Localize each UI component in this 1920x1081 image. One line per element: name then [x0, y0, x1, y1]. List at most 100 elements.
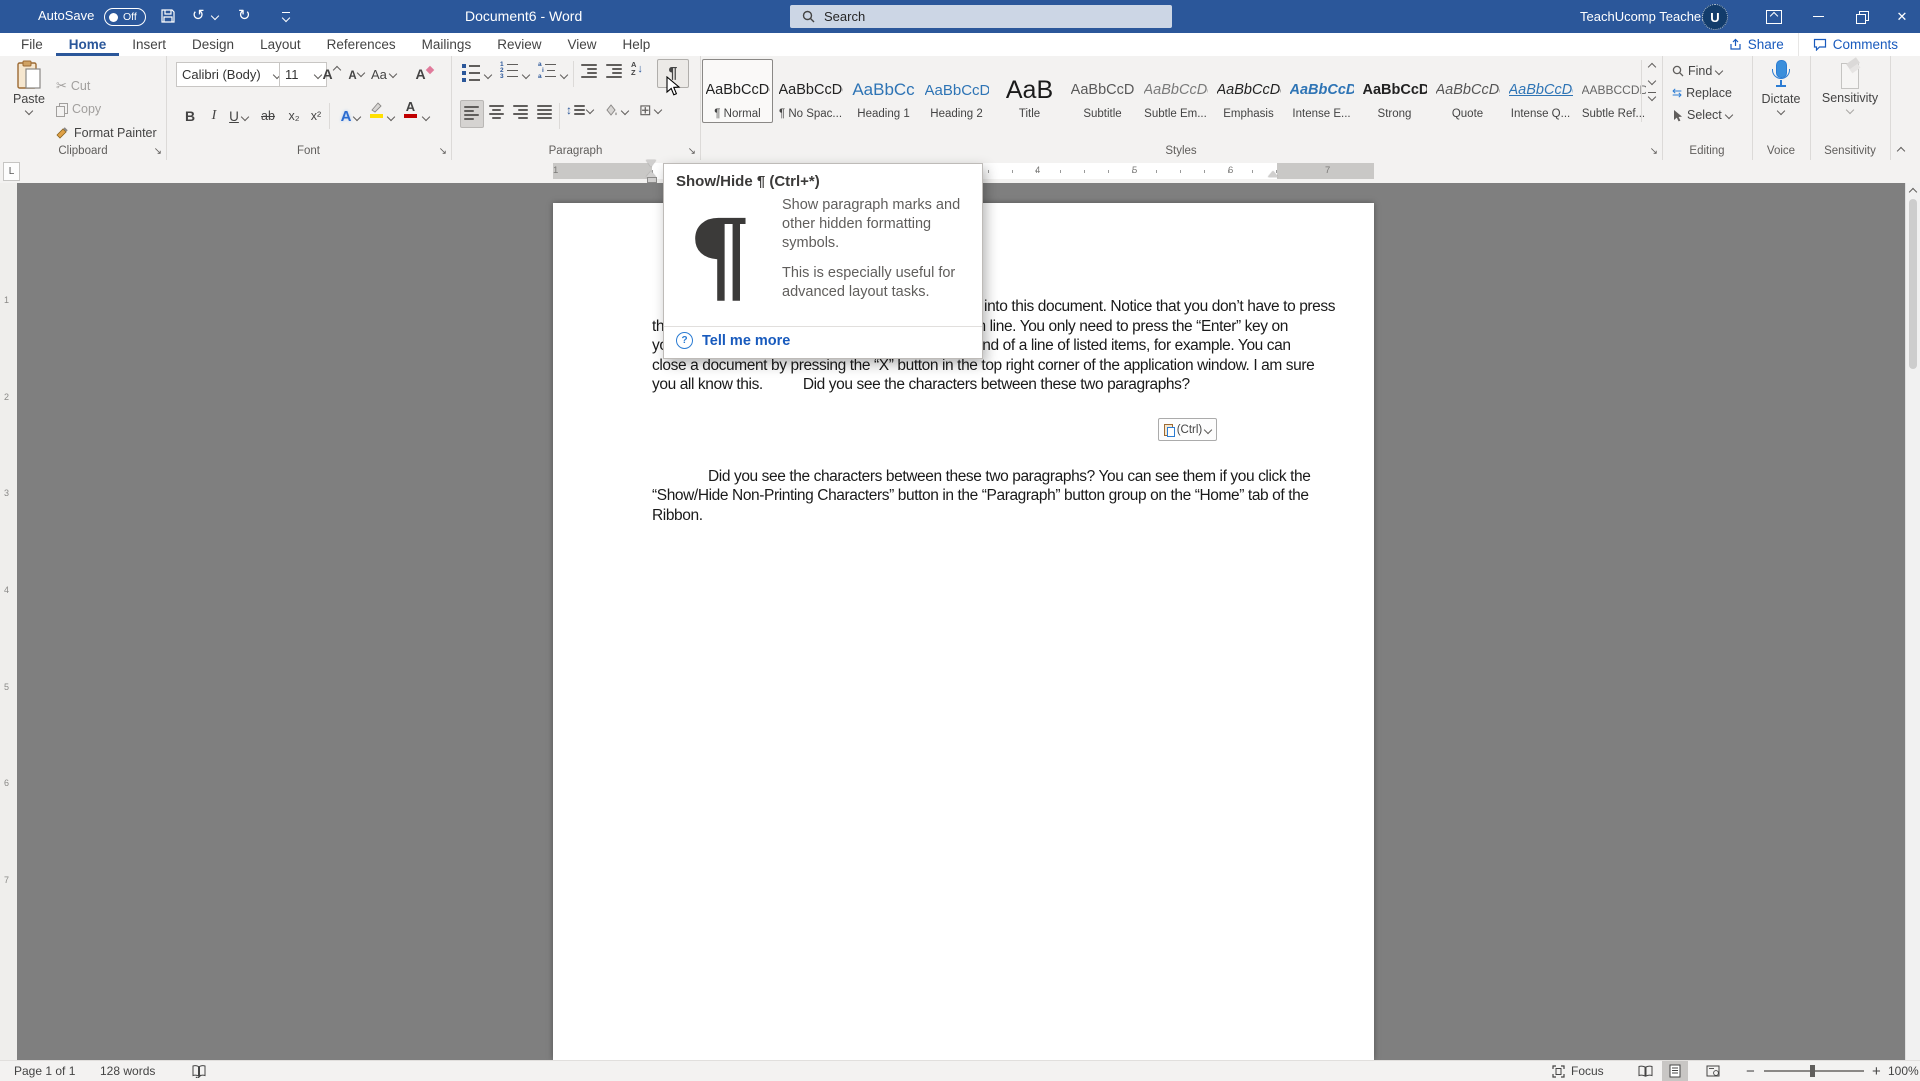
share-button[interactable]: Share [1715, 33, 1798, 56]
decrease-indent-button[interactable] [581, 64, 597, 78]
line-spacing-button[interactable]: ↕ [566, 103, 593, 117]
zoom-in-button[interactable]: + [1872, 1061, 1881, 1081]
page-indicator[interactable]: Page 1 of 1 [14, 1061, 75, 1081]
first-line-indent-marker[interactable] [646, 160, 656, 167]
highlight-dropdown-icon[interactable] [387, 113, 395, 121]
strikethrough-button[interactable]: ab [258, 104, 278, 128]
web-layout-button[interactable] [1700, 1061, 1726, 1081]
style-subtitle[interactable]: AaBbCcD Subtitle [1067, 59, 1138, 123]
search-input[interactable]: Search [790, 5, 1172, 28]
italic-button[interactable]: I [204, 104, 224, 128]
clear-formatting-button[interactable]: A [414, 62, 434, 86]
font-name-combo[interactable]: Calibri (Body) [176, 62, 286, 87]
restore-icon[interactable] [1840, 0, 1884, 33]
tab-insert[interactable]: Insert [119, 33, 179, 56]
minimize-icon[interactable] [1796, 0, 1840, 33]
find-button[interactable]: Find [1672, 64, 1722, 78]
cut-button[interactable]: ✂ Cut [56, 78, 90, 94]
borders-button[interactable]: ⊞ [639, 101, 661, 119]
font-color-dropdown-icon[interactable] [422, 113, 430, 121]
align-left-button[interactable] [460, 100, 484, 128]
tab-references[interactable]: References [314, 33, 409, 56]
tab-review[interactable]: Review [484, 33, 554, 56]
zoom-slider[interactable] [1764, 1061, 1864, 1081]
scroll-up-icon[interactable] [1909, 188, 1917, 196]
style-quote[interactable]: AaBbCcDc Quote [1432, 59, 1503, 123]
clipboard-dialog-launcher-icon[interactable]: ↘ [154, 146, 162, 157]
read-mode-button[interactable] [1632, 1061, 1658, 1081]
paste-options-button[interactable]: (Ctrl) [1158, 418, 1217, 441]
numbering-button[interactable]: 123 [500, 62, 518, 79]
shrink-font-button[interactable]: A [346, 64, 366, 88]
bullets-button[interactable] [462, 64, 480, 82]
zoom-slider-thumb[interactable] [1810, 1065, 1815, 1077]
styles-scroll-down-icon[interactable] [1648, 77, 1656, 85]
superscript-button[interactable]: x² [306, 104, 326, 128]
autosave-toggle[interactable]: Off [104, 8, 146, 26]
dictate-button[interactable]: Dictate [1760, 60, 1802, 114]
sensitivity-button[interactable]: Sensitivity [1826, 61, 1874, 113]
style-intense-quote[interactable]: AaBbCcDc Intense Q... [1505, 59, 1576, 123]
sort-button[interactable]: A Z ↓ [631, 61, 643, 77]
highlight-button[interactable] [369, 102, 383, 118]
bold-button[interactable]: B [180, 104, 200, 128]
vertical-scrollbar[interactable] [1905, 183, 1920, 1060]
save-icon[interactable] [160, 8, 176, 24]
shading-button[interactable] [603, 103, 628, 118]
zoom-out-button[interactable]: − [1746, 1061, 1755, 1081]
style-title[interactable]: AaB Title [994, 59, 1065, 123]
font-color-button[interactable]: A [404, 100, 417, 118]
tab-design[interactable]: Design [179, 33, 247, 56]
style-heading1[interactable]: AaBbCc Heading 1 [848, 59, 919, 123]
style-normal[interactable]: AaBbCcDc ¶ Normal [702, 59, 773, 123]
tab-file[interactable]: File [8, 33, 56, 56]
style-no-spacing[interactable]: AaBbCcDc ¶ No Spac... [775, 59, 846, 123]
style-emphasis[interactable]: AaBbCcDc Emphasis [1213, 59, 1284, 123]
bullets-dropdown-icon[interactable] [484, 71, 492, 79]
paragraph-dialog-launcher-icon[interactable]: ↘ [688, 146, 696, 157]
customize-quick-access-icon[interactable] [272, 0, 300, 33]
select-button[interactable]: Select [1672, 108, 1732, 122]
tab-view[interactable]: View [554, 33, 609, 56]
paste-dropdown-icon[interactable] [25, 107, 33, 115]
copy-button[interactable]: Copy [56, 102, 101, 116]
collapse-ribbon-icon[interactable] [1897, 147, 1905, 155]
increase-indent-button[interactable] [606, 64, 622, 78]
format-painter-button[interactable]: Format Painter [56, 126, 157, 140]
comments-button[interactable]: Comments [1798, 33, 1912, 56]
justify-button[interactable] [537, 105, 552, 119]
tab-layout[interactable]: Layout [247, 33, 314, 56]
multilevel-list-button[interactable]: aia [538, 62, 556, 79]
subscript-button[interactable]: x₂ [284, 104, 304, 128]
style-heading2[interactable]: AaBbCcD Heading 2 [921, 59, 992, 123]
undo-dropdown-icon[interactable] [211, 12, 219, 20]
redo-button[interactable]: ↻ [238, 6, 251, 24]
focus-mode-button[interactable]: Focus [1552, 1061, 1604, 1081]
print-layout-button[interactable] [1662, 1061, 1688, 1081]
style-subtle-emphasis[interactable]: AaBbCcDc Subtle Em... [1140, 59, 1211, 123]
avatar[interactable]: U [1702, 4, 1728, 30]
tab-mailings[interactable]: Mailings [409, 33, 485, 56]
grow-font-button[interactable]: A [321, 62, 341, 86]
align-right-button[interactable] [513, 105, 528, 119]
vertical-ruler[interactable]: 1 2 3 4 5 6 7 [0, 183, 17, 1060]
tab-help[interactable]: Help [610, 33, 664, 56]
proofing-status-icon[interactable] [192, 1061, 206, 1081]
tell-me-more-link[interactable]: Tell me more [702, 333, 790, 349]
word-count[interactable]: 128 words [100, 1061, 155, 1081]
replace-button[interactable]: ⇆ Replace [1672, 86, 1732, 100]
scrollbar-thumb[interactable] [1909, 199, 1917, 369]
styles-dialog-launcher-icon[interactable]: ↘ [1650, 146, 1658, 157]
styles-gallery-expand-icon[interactable] [1648, 92, 1656, 100]
close-icon[interactable]: ✕ [1884, 0, 1920, 33]
ribbon-display-options-icon[interactable] [1752, 0, 1796, 33]
tab-selector[interactable]: L [3, 162, 20, 181]
paste-button[interactable]: Paste [8, 60, 50, 114]
change-case-button[interactable]: Aa [371, 62, 396, 86]
tab-home[interactable]: Home [56, 33, 120, 56]
numbering-dropdown-icon[interactable] [522, 71, 530, 79]
font-dialog-launcher-icon[interactable]: ↘ [439, 146, 447, 157]
zoom-level[interactable]: 100% [1888, 1061, 1919, 1081]
font-size-combo[interactable]: 11 [279, 62, 327, 87]
style-intense-emphasis[interactable]: AaBbCcDc Intense E... [1286, 59, 1357, 123]
